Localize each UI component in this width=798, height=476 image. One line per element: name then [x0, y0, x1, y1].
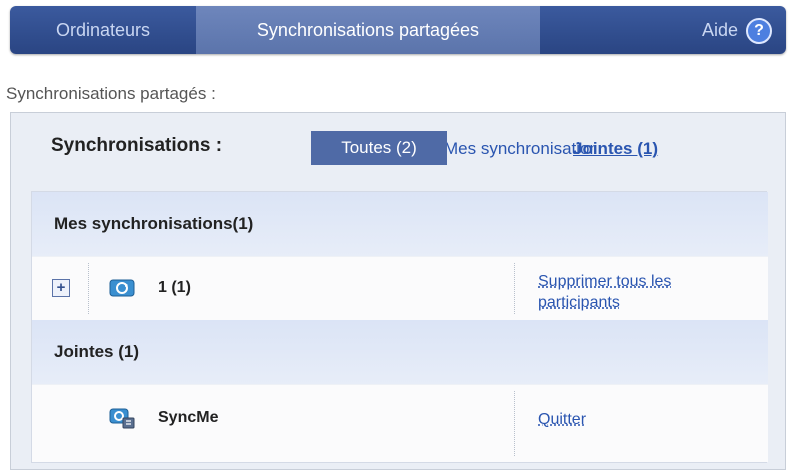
sync-name: SyncMe — [158, 409, 219, 426]
tab-computers[interactable]: Ordinateurs — [10, 6, 196, 54]
joined-sync-icon — [109, 408, 135, 429]
column-divider — [88, 263, 89, 314]
tab-shared-syncs[interactable]: Synchronisations partagées — [196, 6, 540, 54]
column-divider — [514, 263, 515, 314]
help-link[interactable]: Aide? — [702, 6, 772, 54]
filter-mine-link[interactable]: Mes synchronisations — [444, 139, 594, 159]
sync-name: 1 (1) — [158, 279, 191, 296]
expand-icon[interactable]: + — [52, 279, 70, 297]
sync-list: Mes synchronisations(1) + 1 (1) Supprime… — [31, 191, 768, 463]
group-header-joined: Jointes (1) — [32, 320, 768, 384]
shared-sync-icon — [109, 279, 135, 297]
filter-joined-link[interactable]: Jointes (1) — [573, 139, 658, 159]
top-nav-bar: Ordinateurs Synchronisations partagées A… — [10, 6, 786, 54]
quit-link[interactable]: Quitter — [538, 409, 586, 430]
group-header-mine: Mes synchronisations(1) — [32, 192, 768, 256]
filter-all-button[interactable]: Toutes (2) — [311, 131, 447, 165]
table-row: + 1 (1) Supprimer tous les participants — [32, 256, 768, 320]
help-icon: ? — [746, 18, 772, 45]
filter-title: Synchronisations : — [51, 135, 223, 156]
help-label: Aide — [701, 20, 738, 40]
section-label: Synchronisations partagés : — [6, 84, 216, 103]
remove-all-participants-link[interactable]: Supprimer tous les participants — [538, 271, 738, 313]
filter-bar: Mes synchronisations Jointes (1) Toutes … — [311, 131, 751, 165]
table-row: SyncMe Quitter — [32, 384, 768, 462]
shared-syncs-panel: Synchronisations : Mes synchronisations … — [10, 112, 786, 470]
column-divider — [514, 391, 515, 456]
